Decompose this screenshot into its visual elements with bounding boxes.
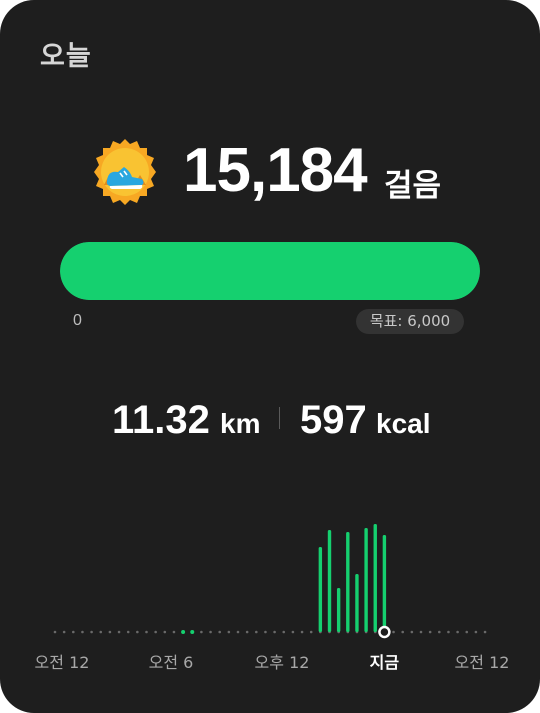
baseline-dot (254, 630, 258, 634)
hourly-steps-chart (53, 524, 487, 639)
steps-card[interactable]: 오늘 15,184 걸음 0 목표: 6,000 11.32 km 597 kc… (0, 0, 540, 713)
calories-value: 597 (300, 398, 367, 442)
baseline-dot (465, 630, 469, 634)
distance-value: 11.32 (112, 398, 210, 442)
baseline-dot (99, 630, 103, 634)
baseline-dot (108, 630, 112, 634)
chart-bar (373, 524, 377, 632)
x-label-midnight: 오전 12 (34, 653, 90, 672)
step-progress-fill (60, 242, 480, 300)
baseline-dot (392, 630, 395, 634)
baseline-dot (126, 630, 130, 634)
chart-bar (355, 574, 359, 632)
baseline-dot (282, 630, 286, 634)
baseline-dot (62, 630, 66, 634)
baseline-dot (410, 630, 414, 634)
baseline-dot (300, 630, 304, 634)
calories-unit: kcal (376, 408, 431, 439)
baseline-dot (474, 630, 478, 634)
chart-bar (382, 535, 387, 632)
baseline-dot (90, 630, 93, 634)
progress-min-label: 0 (73, 312, 82, 329)
x-label-now: 지금 (369, 653, 400, 672)
goal-badge: 목표: 6,000 (356, 309, 464, 334)
baseline-dot (209, 630, 212, 634)
baseline-dot (136, 630, 139, 634)
baseline-dot (273, 630, 276, 634)
baseline-dot (401, 630, 405, 634)
running-shoe-badge-icon (90, 137, 160, 207)
chart-bar (318, 547, 323, 632)
baseline-dot (428, 630, 432, 634)
baseline-dot (72, 630, 75, 634)
x-label-6am: 오전 6 (148, 653, 194, 672)
baseline-dot (438, 630, 441, 634)
baseline-dot (154, 630, 157, 634)
stats-divider (279, 407, 280, 429)
card-title: 오늘 (40, 41, 92, 72)
step-unit: 걸음 (384, 168, 442, 204)
baseline-dot (145, 630, 148, 634)
current-time-marker (378, 625, 391, 639)
baseline-dot (53, 630, 57, 634)
baseline-dot (309, 630, 313, 634)
chart-bar (327, 530, 332, 632)
baseline-dot (117, 630, 121, 634)
step-progress-bar (60, 242, 480, 300)
baseline-dot (264, 630, 267, 634)
chart-bar (190, 630, 195, 634)
baseline-dot (227, 630, 231, 634)
chart-bar (336, 588, 341, 632)
baseline-dot (419, 630, 423, 634)
chart-bar (181, 630, 186, 634)
baseline-dot (218, 630, 221, 634)
baseline-dot (200, 630, 203, 634)
chart-bar (346, 532, 350, 632)
baseline-dot (236, 630, 240, 634)
stats-row: 11.32 km 597 kcal (0, 396, 540, 446)
baseline-dot (172, 630, 176, 634)
x-label-noon: 오후 12 (254, 653, 310, 672)
baseline-dot (456, 630, 459, 634)
x-label-midnight-end: 오전 12 (454, 653, 510, 672)
step-count: 15,184 (183, 136, 368, 205)
baseline-dot (245, 630, 249, 634)
distance-unit: km (220, 408, 261, 439)
baseline-dot (163, 630, 167, 634)
baseline-dot (483, 630, 487, 634)
baseline-dot (447, 630, 450, 634)
baseline-dot (81, 630, 84, 634)
chart-bar (364, 528, 368, 632)
baseline-dot (291, 630, 295, 634)
